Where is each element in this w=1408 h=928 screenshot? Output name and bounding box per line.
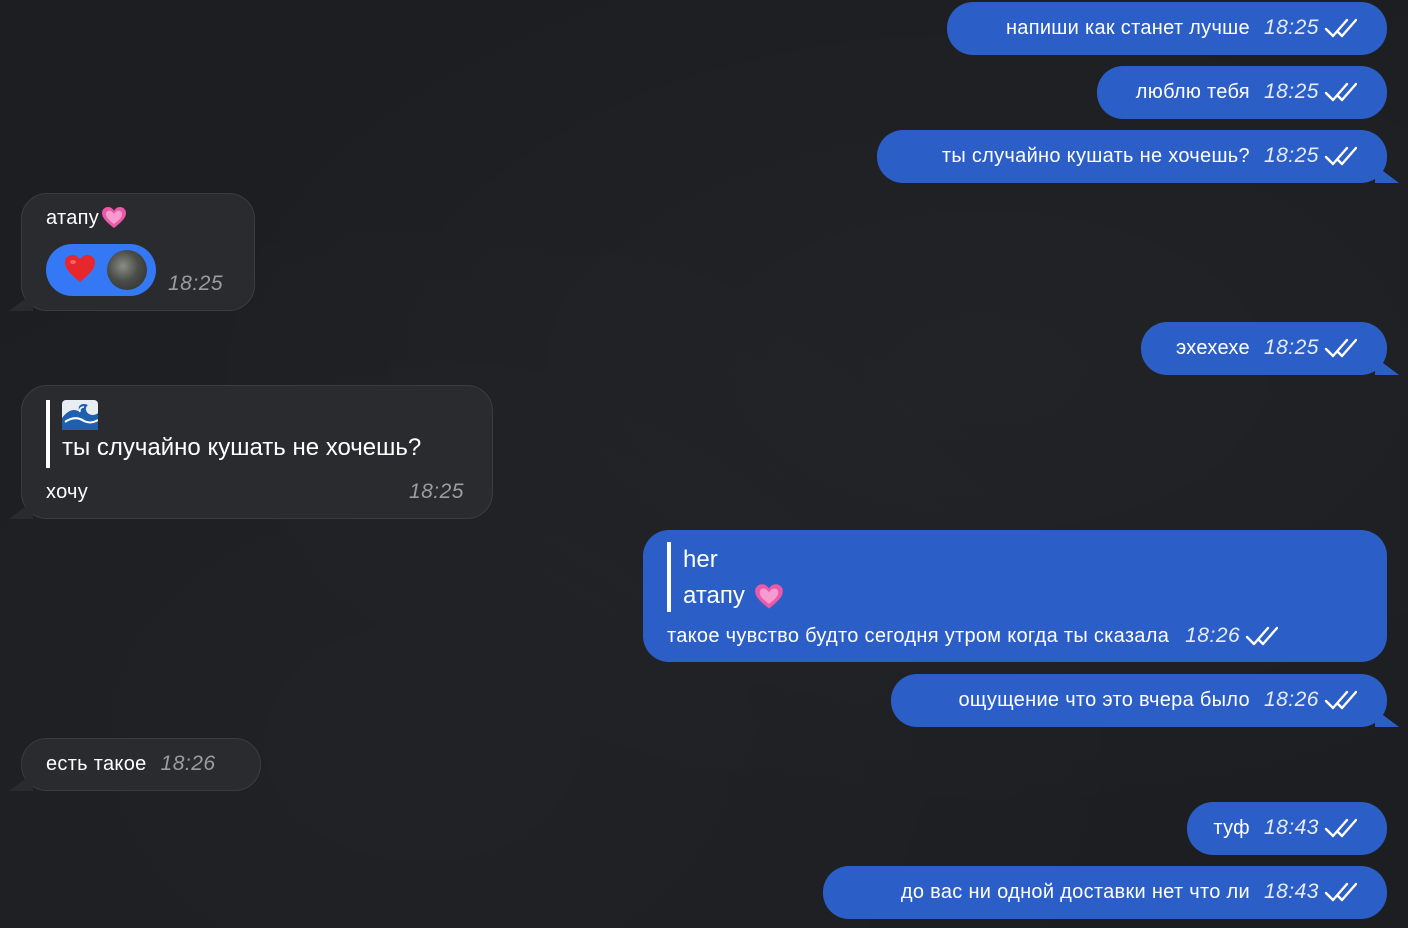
read-checkmarks-icon	[1324, 18, 1357, 38]
reply-text: ты случайно кушать не хочешь?	[62, 434, 422, 461]
message-text: эхехехе	[1176, 337, 1250, 359]
reply-quote[interactable]: ты случайно кушать не хочешь?	[46, 400, 421, 468]
message-time: 18:25	[408, 480, 464, 503]
message-time: 18:25	[1263, 144, 1319, 167]
message-text: ты случайно кушать не хочешь?	[941, 145, 1250, 167]
pink-heart-icon	[754, 583, 783, 609]
read-checkmarks-icon	[1324, 818, 1357, 838]
outgoing-message[interactable]: туф 18:43	[1187, 802, 1387, 855]
read-checkmarks-icon	[1324, 338, 1357, 358]
message-text: напиши как станет лучше	[1005, 17, 1250, 39]
outgoing-message[interactable]: ощущение что это вчера было 18:26	[891, 674, 1387, 727]
outgoing-message[interactable]: ты случайно кушать не хочешь? 18:25	[877, 130, 1387, 183]
incoming-message[interactable]: есть такое 18:26	[21, 738, 261, 791]
reply-sender: her	[683, 546, 718, 573]
pink-heart-icon	[102, 207, 127, 228]
read-checkmarks-icon	[1324, 882, 1357, 902]
wave-icon	[62, 400, 98, 430]
message-time: 18:25	[168, 272, 224, 295]
message-time: 18:25	[1263, 16, 1319, 39]
reply-quote[interactable]: her атапу	[667, 542, 784, 612]
message-time: 18:26	[160, 752, 216, 775]
outgoing-message[interactable]: люблю тебя 18:25	[1097, 66, 1387, 119]
message-text: туф	[1213, 817, 1250, 839]
message-text: такое чувство будто сегодня утром когда …	[667, 625, 1170, 647]
reply-text: атапу	[683, 582, 745, 609]
message-time: 18:43	[1263, 816, 1319, 839]
reply-text-row: атапу	[683, 578, 784, 614]
message-text: хочу	[46, 481, 89, 503]
read-checkmarks-icon	[1324, 82, 1357, 102]
message-text: люблю тебя	[1135, 81, 1250, 103]
read-checkmarks-icon	[1324, 690, 1357, 710]
message-time: 18:43	[1263, 880, 1319, 903]
incoming-message[interactable]: атапу 18:25	[21, 193, 255, 311]
red-heart-icon	[65, 255, 95, 282]
incoming-message[interactable]: ты случайно кушать не хочешь? хочу 18:25	[21, 385, 493, 519]
message-time: 18:26	[1185, 624, 1241, 647]
avatar[interactable]	[107, 250, 147, 290]
message-time: 18:25	[1263, 80, 1319, 103]
message-time: 18:25	[1263, 336, 1319, 359]
reaction-pill[interactable]	[46, 244, 156, 296]
outgoing-message[interactable]: эхехехе 18:25	[1141, 322, 1387, 375]
message-text: ощущение что это вчера было	[958, 689, 1250, 711]
message-text: есть такое	[46, 753, 147, 775]
read-checkmarks-icon	[1324, 146, 1357, 166]
message-time: 18:26	[1263, 688, 1319, 711]
message-text: до вас ни одной доставки нет что ли	[900, 881, 1250, 903]
outgoing-message[interactable]: напиши как станет лучше 18:25	[947, 2, 1387, 55]
outgoing-message[interactable]: до вас ни одной доставки нет что ли 18:4…	[823, 866, 1387, 919]
outgoing-message[interactable]: her атапу такое чувство будто сегодня ут…	[643, 530, 1387, 662]
read-checkmarks-icon	[1245, 626, 1279, 646]
message-text: атапу	[46, 207, 100, 229]
